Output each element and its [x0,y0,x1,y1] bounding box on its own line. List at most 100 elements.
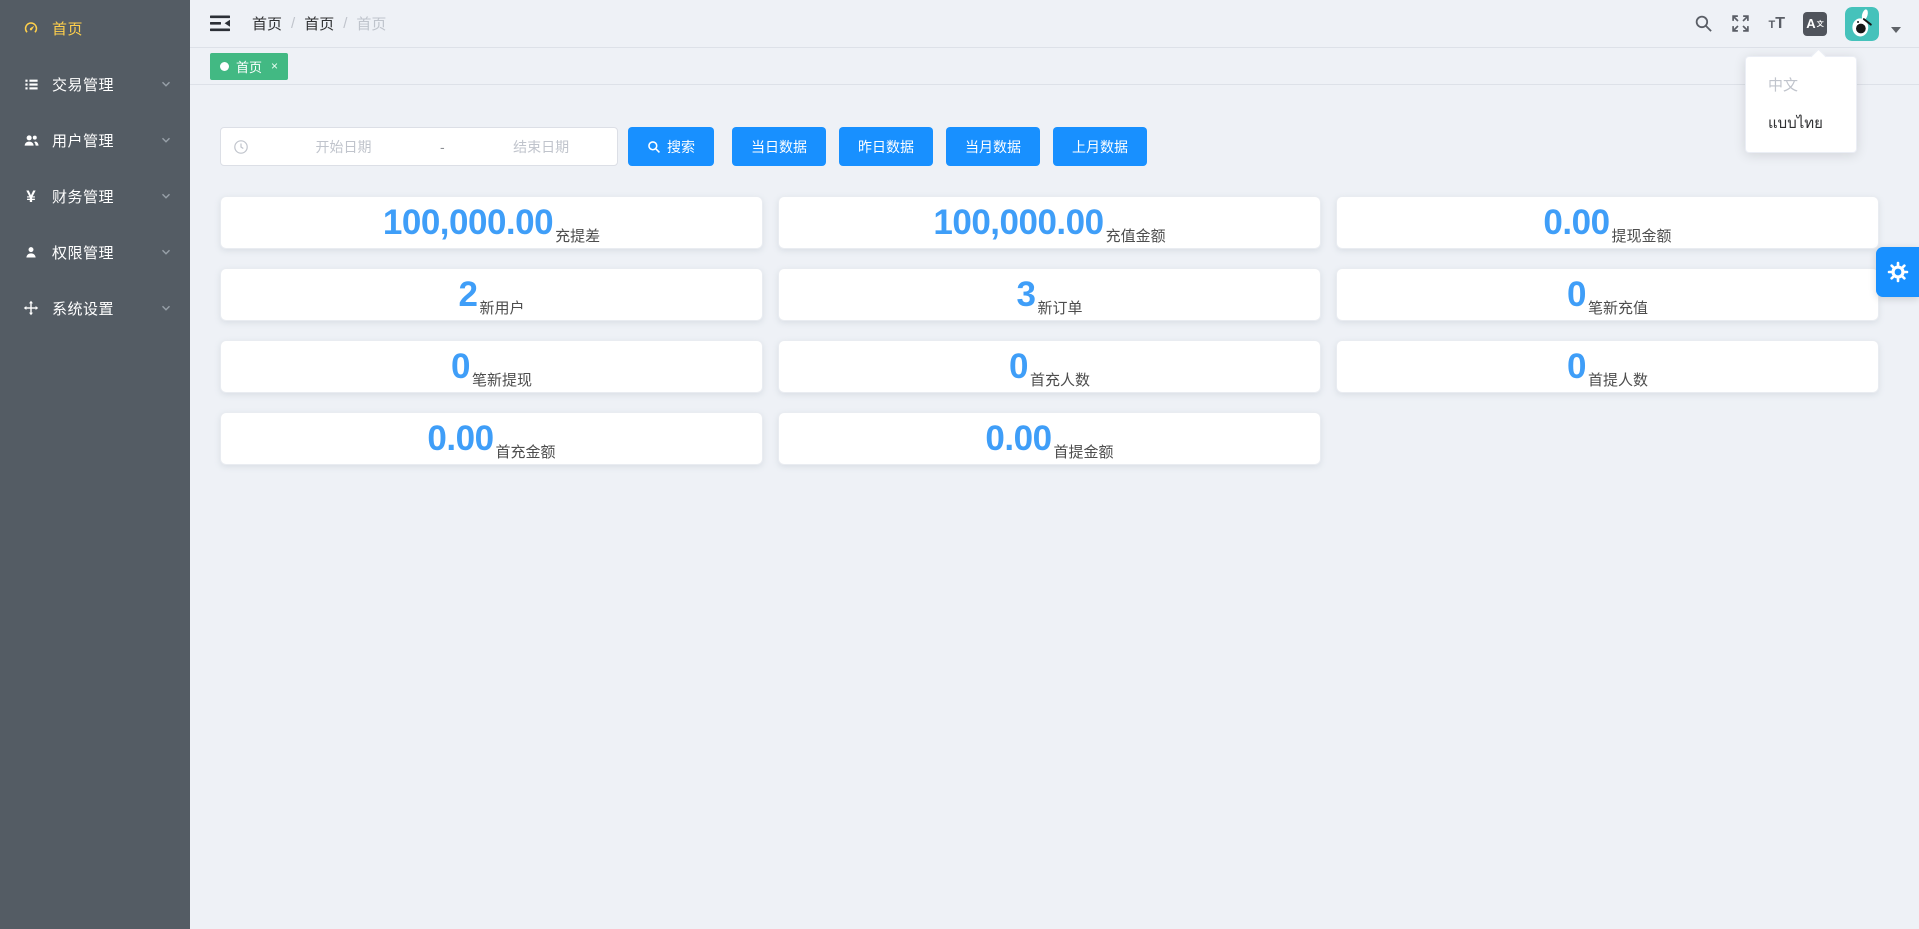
language-option-1[interactable]: แบบไทย [1746,103,1856,143]
stats-grid: 100,000.00充提差100,000.00充值金额0.00提现金额2新用户3… [220,196,1879,465]
stat-label: 新用户 [479,297,524,320]
stat-value: 2 [459,277,478,312]
search-button-label: 搜索 [667,137,695,157]
font-size-icon[interactable]: TT [1768,16,1785,32]
stat-label: 充值金额 [1106,225,1166,248]
sidebar-item-3[interactable]: ¥ 财务管理 [0,168,190,224]
end-date-input[interactable] [451,139,632,155]
avatar[interactable] [1845,7,1879,41]
stat-value: 0 [1567,349,1586,384]
search-button[interactable]: 搜索 [628,127,714,166]
tab-strip: 首页 × [190,48,1919,85]
quick-range-button-3[interactable]: 上月数据 [1053,127,1147,166]
breadcrumb: 首页 / 首页 / 首页 [252,13,386,34]
dashboard-icon [22,19,40,37]
quick-range-buttons: 当日数据昨日数据当月数据上月数据 [732,127,1147,166]
sidebar-item-label: 系统设置 [52,298,160,319]
sidebar-item-2[interactable]: 用户管理 [0,112,190,168]
users-icon [22,131,40,149]
sidebar-item-label: 权限管理 [52,242,160,263]
chevron-down-icon [160,134,172,146]
orders-icon [22,75,40,93]
sidebar-item-label: 交易管理 [52,74,160,95]
content: - 搜索 当日数据昨日数据当月数据上月数据 100,000.00充提差100,0… [190,85,1919,929]
chevron-down-icon [160,246,172,258]
tab-active-dot-icon [220,62,229,71]
quick-range-button-2[interactable]: 当月数据 [946,127,1040,166]
stat-label: 提现金额 [1612,225,1672,248]
stat-card-10: 0.00首提金额 [778,412,1321,465]
quick-range-button-0[interactable]: 当日数据 [732,127,826,166]
filter-row: - 搜索 当日数据昨日数据当月数据上月数据 [220,127,1879,166]
stat-card-6: 0笔新提现 [220,340,763,393]
breadcrumb-item-2: 首页 [356,13,386,34]
settings-icon [22,299,40,317]
settings-panel-button[interactable] [1876,247,1919,297]
sidebar: 首页交易管理用户管理 ¥ 财务管理权限管理系统设置 [0,0,190,929]
topbar-actions: TT A文 [1694,7,1901,41]
stat-value: 0 [1567,277,1586,312]
stat-label: 笔新充值 [1588,297,1648,320]
stat-card-8: 0首提人数 [1336,340,1879,393]
quick-range-button-1[interactable]: 昨日数据 [839,127,933,166]
clock-icon [233,139,249,155]
translate-icon[interactable]: A文 [1803,12,1827,36]
stat-label: 首提人数 [1588,369,1648,392]
stat-value: 100,000.00 [933,205,1103,240]
caret-down-icon[interactable] [1891,27,1901,33]
stat-value: 0.00 [427,421,493,456]
stat-label: 首充人数 [1030,369,1090,392]
gear-icon [1886,260,1910,284]
fullscreen-icon[interactable] [1731,14,1750,33]
tab-home[interactable]: 首页 × [210,53,288,80]
stat-label: 新订单 [1037,297,1082,320]
sidebar-menu: 首页交易管理用户管理 ¥ 财务管理权限管理系统设置 [0,0,190,336]
finance-icon: ¥ [22,187,40,205]
stat-label: 首提金额 [1054,441,1114,464]
stat-label: 笔新提现 [472,369,532,392]
sidebar-item-label: 首页 [52,18,172,39]
breadcrumb-separator: / [343,15,347,32]
chevron-down-icon [160,302,172,314]
sidebar-item-label: 用户管理 [52,130,160,151]
stat-label: 充提差 [555,225,600,248]
stat-value: 3 [1017,277,1036,312]
breadcrumb-separator: / [291,15,295,32]
breadcrumb-item-0[interactable]: 首页 [252,13,282,34]
start-date-input[interactable] [253,139,434,155]
chevron-down-icon [160,190,172,202]
language-option-0: 中文 [1746,66,1856,103]
stat-card-0: 100,000.00充提差 [220,196,763,249]
stat-card-7: 0首充人数 [778,340,1321,393]
stat-value: 0.00 [1543,205,1609,240]
stat-card-1: 100,000.00充值金额 [778,196,1321,249]
date-range-picker[interactable]: - [220,127,618,166]
stat-card-2: 0.00提现金额 [1336,196,1879,249]
search-icon[interactable] [1694,14,1713,33]
stat-value: 0.00 [985,421,1051,456]
sidebar-item-4[interactable]: 权限管理 [0,224,190,280]
stat-value: 100,000.00 [383,205,553,240]
sidebar-item-0[interactable]: 首页 [0,0,190,56]
stat-card-3: 2新用户 [220,268,763,321]
stat-card-9: 0.00首充金额 [220,412,763,465]
stat-value: 0 [451,349,470,384]
sidebar-item-1[interactable]: 交易管理 [0,56,190,112]
breadcrumb-item-1[interactable]: 首页 [304,13,334,34]
stat-value: 0 [1009,349,1028,384]
main-area: 首页 / 首页 / 首页 TT A文 中文แบบไทย 首页 × - [190,0,1919,929]
stat-label: 首充金额 [496,441,556,464]
permission-icon [22,243,40,261]
sidebar-collapse-icon[interactable] [210,15,230,32]
tab-close-icon[interactable]: × [271,60,278,72]
sidebar-item-label: 财务管理 [52,186,160,207]
sidebar-item-5[interactable]: 系统设置 [0,280,190,336]
chevron-down-icon [160,78,172,90]
date-range-separator: - [434,139,451,155]
stat-card-4: 3新订单 [778,268,1321,321]
tab-label: 首页 [236,57,262,76]
topbar: 首页 / 首页 / 首页 TT A文 [190,0,1919,48]
search-icon [647,140,661,154]
language-dropdown: 中文แบบไทย [1745,56,1857,153]
stat-card-5: 0笔新充值 [1336,268,1879,321]
